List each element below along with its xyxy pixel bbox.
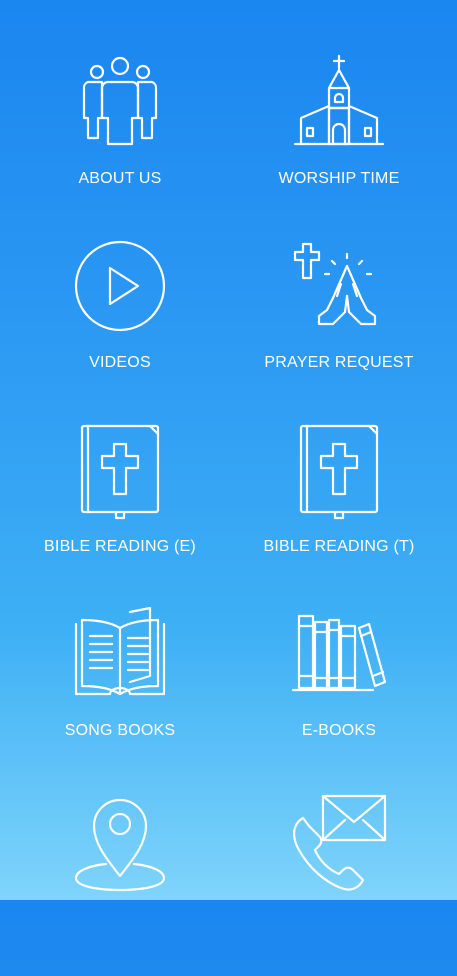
menu-item-label: VIDEOS (89, 354, 151, 371)
bible-icon (70, 422, 170, 522)
menu-item-bible-reading-t[interactable]: BIBLE READING (T) (225, 422, 453, 606)
church-icon (289, 52, 389, 152)
menu-item-song-books[interactable]: SONG BOOKS (6, 606, 234, 790)
menu-item-videos[interactable]: VIDEOS (6, 236, 234, 420)
menu-item-label: PRAYER REQUEST (264, 354, 414, 371)
menu-item-label: WORSHIP TIME (278, 170, 400, 187)
people-group-icon (70, 52, 170, 152)
bookshelf-icon (289, 606, 389, 706)
open-book-icon (70, 606, 170, 706)
menu-item-about-us[interactable]: ABOUT US (6, 52, 234, 236)
menu-item-label: SONG BOOKS (64, 722, 176, 739)
menu-item-contact[interactable] (225, 792, 453, 976)
menu-item-e-books[interactable]: E-BOOKS (225, 606, 453, 790)
location-pin-icon (70, 792, 170, 892)
play-circle-icon (70, 236, 170, 336)
menu-item-label: E-BOOKS (301, 722, 377, 739)
menu-item-location[interactable] (6, 792, 234, 976)
praying-hands-icon (289, 236, 389, 336)
menu-item-label: ABOUT US (78, 170, 162, 187)
menu-item-prayer-request[interactable]: PRAYER REQUEST (225, 236, 453, 420)
menu-item-worship-time[interactable]: WORSHIP TIME (225, 52, 453, 236)
menu-item-label: BIBLE READING (E) (44, 538, 196, 555)
contact-mail-phone-icon (289, 792, 389, 892)
bible-icon (289, 422, 389, 522)
menu-item-label: BIBLE READING (T) (263, 538, 415, 555)
menu-item-bible-reading-e[interactable]: BIBLE READING (E) (6, 422, 234, 606)
